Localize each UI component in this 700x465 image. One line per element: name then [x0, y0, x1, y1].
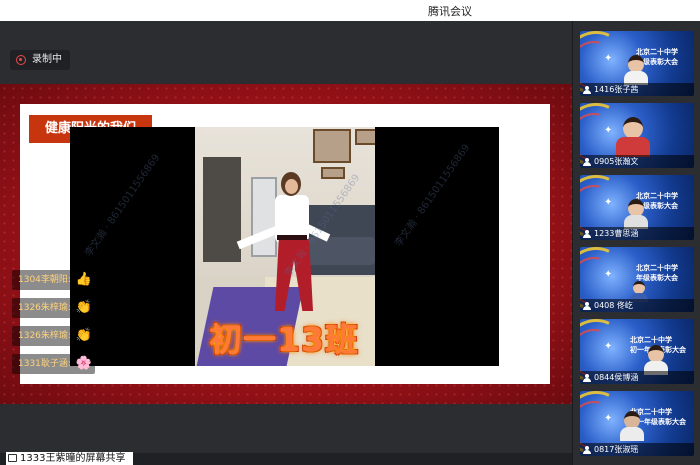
participant-name: 1233曹思涵 [580, 227, 694, 240]
participant-avatar [616, 117, 650, 157]
school-text: 北京二十中学 年级表彰大会 [636, 264, 678, 282]
person-icon [583, 158, 591, 166]
flower-icon: 🌸 [75, 356, 92, 371]
meeting-window: 腾讯会议 录制中 健康阳光的我们 [0, 0, 700, 465]
recording-indicator[interactable]: 录制中 [10, 50, 70, 70]
participant-avatar [624, 55, 648, 85]
participant-name: 0905张瀚文 [580, 155, 694, 168]
reaction-item: 1304李朝阳: 👍 [12, 270, 95, 290]
reaction-list: 1304李朝阳: 👍 1326朱梓瑜: 👏 1326朱梓瑜: 👏 1331耿子涵… [12, 270, 95, 382]
title-bar: 腾讯会议 [0, 0, 700, 21]
presentation-slide: 健康阳光的我们 [20, 104, 550, 384]
clap-icon: 👏 [75, 300, 92, 315]
participant-name: 1416张子茜 [580, 83, 694, 96]
watermark: 李文瀚 · 8615011556869 [83, 152, 163, 259]
reaction-sender: 1331耿子涵: [18, 359, 71, 369]
doorway [203, 157, 241, 262]
wall-photo [355, 129, 375, 145]
participant-panel[interactable]: ✦ 北京二十中学 年级表彰大会 1416张子茜 ✦ 0905张瀚文 ✦ 北京二十中… [572, 21, 700, 465]
participant-avatar [620, 411, 644, 441]
person-icon [583, 230, 591, 238]
person-face [285, 179, 298, 194]
video-caption: 初一13班 [209, 320, 359, 359]
person-icon [583, 374, 591, 382]
thumbs-up-icon: 👍 [75, 272, 92, 287]
reaction-item: 1326朱梓瑜: 👏 [12, 298, 95, 318]
reaction-sender: 1304李朝阳: [18, 275, 71, 285]
participant-avatar [644, 345, 668, 375]
record-icon [16, 55, 26, 65]
person-icon [583, 302, 591, 310]
star-icon: ✦ [604, 269, 613, 280]
participant-video[interactable]: ✦ 北京二十中学 年级表彰大会 1233曹思涵 [580, 175, 694, 240]
reaction-sender: 1326朱梓瑜: [18, 303, 71, 313]
person-icon [583, 446, 591, 454]
screen-share-label[interactable]: 1333王紫曈的屏幕共享 [6, 452, 134, 465]
participant-video[interactable]: ✦ 0905张瀚文 [580, 103, 694, 168]
reaction-sender: 1326朱梓瑜: [18, 331, 71, 341]
participant-avatar [630, 281, 648, 302]
screen-share-icon [8, 454, 17, 462]
door [251, 177, 277, 257]
screen-share-text: 1333王紫曈的屏幕共享 [20, 453, 126, 464]
recording-label: 录制中 [32, 54, 62, 65]
star-icon: ✦ [604, 125, 613, 136]
watermark: 李文瀚 · 8615011556869 [393, 142, 473, 249]
wall-photo [321, 167, 345, 179]
participant-name: 0817张淑瑶 [580, 443, 694, 456]
participant-video[interactable]: ✦ 北京二十中学 年级表彰大会 0408 佟屹 [580, 247, 694, 312]
participant-avatar [624, 199, 648, 229]
star-icon: ✦ [604, 197, 613, 208]
participant-name: 0844侯博涵 [580, 371, 694, 384]
participant-video[interactable]: ✦ 北京二十中学初一年级表彰大会 0844侯博涵 [580, 319, 694, 384]
person-icon [583, 86, 591, 94]
star-icon: ✦ [604, 53, 613, 64]
clap-icon: 👏 [75, 328, 92, 343]
reaction-item: 1331耿子涵: 🌸 [12, 354, 95, 374]
embedded-video: 初一13班 李文瀚 · 8615011556869 李文瀚 · 86150115… [70, 127, 499, 366]
window-title: 腾讯会议 [428, 5, 472, 18]
participant-video[interactable]: ✦ 北京二十中学 初一年级表彰大会 0817张淑瑶 [580, 391, 694, 456]
participant-name: 0408 佟屹 [580, 299, 694, 312]
star-icon: ✦ [604, 413, 613, 424]
reaction-item: 1326朱梓瑜: 👏 [12, 326, 95, 346]
main-view: 录制中 健康阳光的我们 [0, 21, 572, 453]
wall-photo [313, 129, 351, 163]
star-icon: ✦ [604, 341, 613, 352]
participant-video[interactable]: ✦ 北京二十中学 年级表彰大会 1416张子茜 [580, 31, 694, 96]
